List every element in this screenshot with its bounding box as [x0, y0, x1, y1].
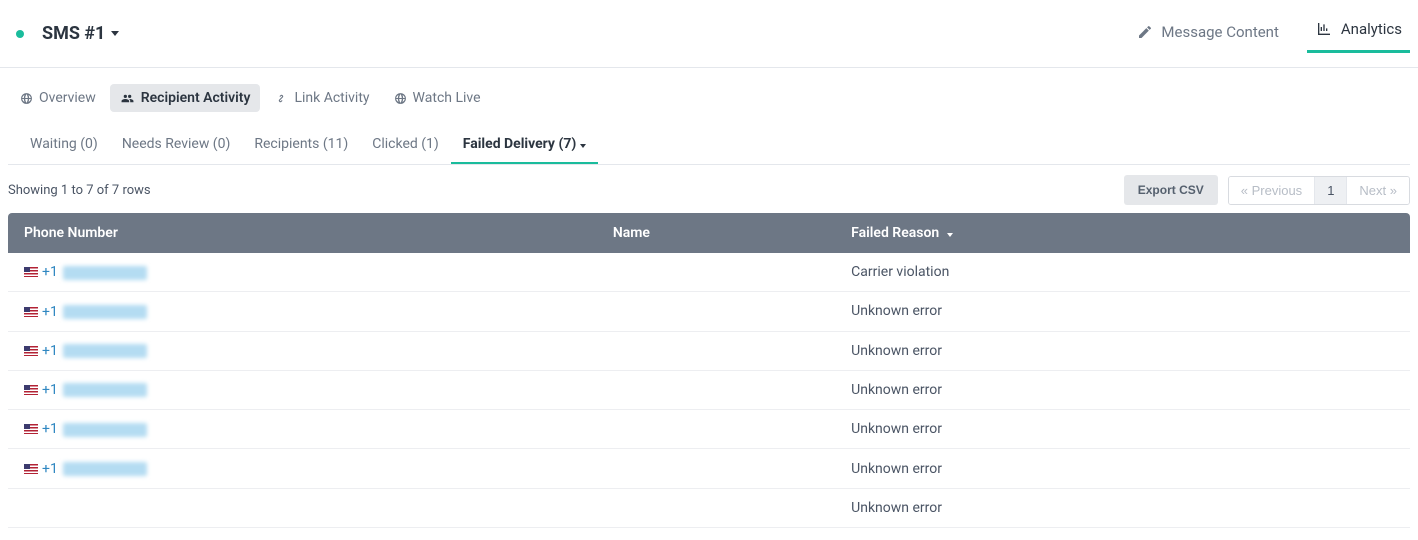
- cell-reason: Unknown error: [835, 410, 1410, 449]
- header-right: Message Content Analytics: [1109, 14, 1410, 53]
- filter-label: Failed Delivery (7): [463, 136, 577, 152]
- redacted-phone: [63, 305, 147, 319]
- flag-us-icon: [24, 385, 38, 395]
- tab-analytics[interactable]: Analytics: [1307, 14, 1410, 53]
- subnav-watch-live[interactable]: Watch Live: [384, 84, 491, 112]
- users-icon: [120, 92, 135, 105]
- pencil-icon: [1137, 24, 1153, 40]
- caret-down-icon: [111, 31, 119, 36]
- filter-needs-review-0-[interactable]: Needs Review (0): [110, 126, 243, 164]
- cell-reason: Unknown error: [835, 370, 1410, 409]
- table-row: +1 Carrier violation: [8, 253, 1410, 292]
- toolbar-right: Export CSV « Previous 1 Next »: [1124, 175, 1410, 205]
- globe-icon: [20, 92, 33, 105]
- phone-link[interactable]: +1: [42, 264, 147, 280]
- flag-us-icon: [24, 346, 38, 356]
- phone-link[interactable]: +1: [42, 461, 147, 477]
- col-phone[interactable]: Phone Number: [8, 213, 597, 253]
- cell-name: [597, 253, 835, 292]
- table-row: Unknown error: [8, 488, 1410, 527]
- filter-waiting-0-[interactable]: Waiting (0): [18, 126, 110, 164]
- cell-phone: +1: [8, 331, 597, 370]
- subnav-overview[interactable]: Overview: [10, 84, 106, 112]
- cell-name: [597, 410, 835, 449]
- subnav-label: Link Activity: [294, 90, 369, 106]
- bar-chart-icon: [1315, 21, 1333, 37]
- filter-failed-delivery-7-[interactable]: Failed Delivery (7): [451, 126, 599, 164]
- table-row: +1 Unknown error: [8, 410, 1410, 449]
- page-title-text: SMS #1: [42, 23, 105, 44]
- cell-reason: Unknown error: [835, 331, 1410, 370]
- sort-caret-icon: [947, 233, 953, 237]
- pager-prev[interactable]: « Previous: [1229, 177, 1315, 204]
- cell-phone: +1: [8, 370, 597, 409]
- redacted-phone: [63, 266, 147, 280]
- cell-phone: [8, 488, 597, 527]
- cell-phone: +1: [8, 253, 597, 292]
- subnav-recipient-activity[interactable]: Recipient Activity: [110, 84, 261, 112]
- filter-label: Waiting (0): [30, 136, 98, 152]
- row-info: Showing 1 to 7 of 7 rows: [8, 183, 151, 198]
- tab-analytics-label: Analytics: [1341, 20, 1402, 38]
- table-row: +1 Unknown error: [8, 449, 1410, 488]
- phone-link[interactable]: +1: [42, 382, 147, 398]
- redacted-phone: [63, 462, 147, 476]
- cell-reason: Unknown error: [835, 292, 1410, 331]
- cell-name: [597, 449, 835, 488]
- filter-label: Recipients (11): [254, 136, 348, 152]
- table-toolbar: Showing 1 to 7 of 7 rows Export CSV « Pr…: [0, 165, 1418, 213]
- filter-recipients-11-[interactable]: Recipients (11): [242, 126, 360, 164]
- table-row: +1 Unknown error: [8, 292, 1410, 331]
- export-csv-button[interactable]: Export CSV: [1124, 175, 1218, 205]
- col-reason[interactable]: Failed Reason: [835, 213, 1410, 253]
- cell-phone: +1: [8, 410, 597, 449]
- tab-message-content-label: Message Content: [1161, 23, 1278, 41]
- header-left: SMS #1: [16, 23, 119, 44]
- flag-us-icon: [24, 267, 38, 277]
- subnav-link-activity[interactable]: Link Activity: [264, 84, 379, 112]
- flag-us-icon: [24, 464, 38, 474]
- phone-link[interactable]: +1: [42, 421, 147, 437]
- pager-current[interactable]: 1: [1315, 177, 1347, 204]
- pager-next[interactable]: Next »: [1347, 177, 1409, 204]
- cell-phone: +1: [8, 449, 597, 488]
- phone-link[interactable]: +1: [42, 343, 147, 359]
- filter-label: Needs Review (0): [122, 136, 231, 152]
- filter-clicked-1-[interactable]: Clicked (1): [360, 126, 451, 164]
- cell-phone: +1: [8, 292, 597, 331]
- cell-name: [597, 292, 835, 331]
- cell-name: [597, 331, 835, 370]
- subnav: Overview Recipient Activity Link Activity W…: [0, 68, 1418, 120]
- col-name[interactable]: Name: [597, 213, 835, 253]
- col-reason-label: Failed Reason: [851, 225, 939, 241]
- phone-link[interactable]: +1: [42, 304, 147, 320]
- table-row: +1 Unknown error: [8, 370, 1410, 409]
- table-row: +1 Unknown error: [8, 331, 1410, 370]
- caret-down-icon: [580, 144, 586, 148]
- tab-message-content[interactable]: Message Content: [1129, 17, 1286, 53]
- cell-reason: Unknown error: [835, 449, 1410, 488]
- recipient-table: Phone Number Name Failed Reason +1 Carri…: [8, 213, 1410, 528]
- link-icon: [274, 92, 288, 105]
- flag-us-icon: [24, 424, 38, 434]
- filter-tabs: Waiting (0) Needs Review (0) Recipients (1…: [0, 120, 1418, 164]
- redacted-phone: [63, 383, 147, 397]
- flag-us-icon: [24, 307, 38, 317]
- subnav-label: Watch Live: [413, 90, 481, 106]
- cell-name: [597, 370, 835, 409]
- redacted-phone: [63, 344, 147, 358]
- status-dot-icon: [16, 30, 24, 38]
- cell-reason: Carrier violation: [835, 253, 1410, 292]
- filter-label: Clicked (1): [372, 136, 439, 152]
- globe-icon: [394, 92, 407, 105]
- subnav-label: Overview: [39, 90, 96, 106]
- page-header: SMS #1 Message Content Analytics: [0, 0, 1418, 68]
- cell-name: [597, 488, 835, 527]
- cell-reason: Unknown error: [835, 488, 1410, 527]
- subnav-label: Recipient Activity: [141, 90, 251, 106]
- pager: « Previous 1 Next »: [1228, 176, 1410, 205]
- page-title-dropdown[interactable]: SMS #1: [42, 23, 119, 44]
- redacted-phone: [63, 423, 147, 437]
